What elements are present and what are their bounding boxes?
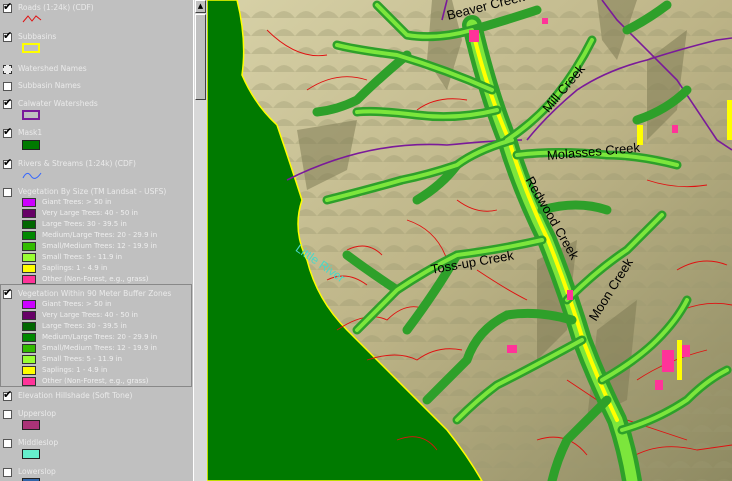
- subbasins-checkbox[interactable]: [3, 29, 12, 42]
- calwater-title: Calwater Watersheds: [18, 99, 98, 108]
- upper-slope-title: Upperslop: [18, 409, 57, 418]
- subbasin-names-checkbox[interactable]: [3, 82, 12, 91]
- veg-buffer-swatch: [22, 333, 36, 342]
- veg-buffer-class-label: Large Trees: 30 - 39.5 in: [42, 322, 127, 330]
- watershed-names-checkbox[interactable]: [3, 65, 12, 74]
- scroll-thumb[interactable]: [195, 14, 206, 100]
- middle-slope-title: Middleslop: [18, 438, 59, 447]
- roads-title: Roads (1:24k) (CDF): [18, 3, 94, 12]
- veg-buffer-class-label: Small/Medium Trees: 12 - 19.9 in: [42, 344, 157, 352]
- veg-buffer-class-label: Medium/Large Trees: 20 - 29.9 in: [42, 333, 158, 341]
- veg-size-class-label: Medium/Large Trees: 20 - 29.9 in: [42, 231, 158, 239]
- veg-size-swatch: [22, 264, 36, 273]
- subbasins-title: Subbasins: [18, 32, 57, 41]
- hillshade-checkbox[interactable]: [3, 388, 12, 401]
- veg-size-swatch: [22, 275, 36, 284]
- veg-buffer-swatch: [22, 344, 36, 353]
- calwater-checkbox[interactable]: [3, 96, 12, 109]
- roads-checkbox[interactable]: [3, 0, 12, 13]
- legend-scrollbar[interactable]: ▲: [193, 0, 207, 481]
- veg-size-class-label: Large Trees: 30 - 39.5 in: [42, 220, 127, 228]
- upper-slope-symbol: [22, 420, 40, 430]
- veg-size-class-label: Small/Medium Trees: 12 - 19.9 in: [42, 242, 157, 250]
- veg-size-swatch: [22, 231, 36, 240]
- legend-panel: Roads (1:24k) (CDF) Subbasins Watershed …: [0, 0, 193, 481]
- veg-size-swatch: [22, 253, 36, 262]
- mask-symbol: [22, 140, 40, 150]
- veg-size-checkbox[interactable]: [3, 188, 12, 197]
- veg-size-swatch: [22, 209, 36, 218]
- veg-size-swatch: [22, 242, 36, 251]
- veg-buffer-title: Vegetation Within 90 Meter Buffer Zones: [18, 289, 172, 298]
- subbasin-symbol: [22, 43, 40, 53]
- watershed-names-title: Watershed Names: [18, 64, 87, 73]
- veg-size-title: Vegetation By Size (TM Landsat - USFS): [18, 187, 167, 196]
- veg-buffer-class-label: Other (Non-Forest, e.g., grass): [42, 377, 149, 385]
- veg-size-class-label: Saplings: 1 - 4.9 in: [42, 264, 108, 272]
- veg-buffer-swatch: [22, 366, 36, 375]
- rivers-title: Rivers & Streams (1:24k) (CDF): [18, 159, 136, 168]
- veg-buffer-class-label: Small Trees: 5 - 11.9 in: [42, 355, 123, 363]
- lower-slope-checkbox[interactable]: [3, 468, 12, 477]
- veg-buffer-swatch: [22, 300, 36, 309]
- veg-size-class-label: Very Large Trees: 40 - 50 in: [42, 209, 138, 217]
- hillshade-title: Elevation Hillshade (Soft Tone): [18, 391, 133, 400]
- rivers-checkbox[interactable]: [3, 156, 12, 169]
- veg-buffer-swatch: [22, 311, 36, 320]
- veg-buffer-swatch: [22, 322, 36, 331]
- veg-size-class-label: Small Trees: 5 - 11.9 in: [42, 253, 123, 261]
- veg-buffer-class-label: Very Large Trees: 40 - 50 in: [42, 311, 138, 319]
- middle-slope-symbol: [22, 449, 40, 459]
- mask-checkbox[interactable]: [3, 125, 12, 138]
- calwater-symbol: [22, 110, 40, 120]
- road-line-symbol: [22, 15, 42, 23]
- mask-title: Mask1: [18, 128, 43, 137]
- scroll-up-arrow-icon[interactable]: ▲: [195, 0, 206, 13]
- lower-slope-title: Lowerslop: [18, 467, 56, 476]
- veg-buffer-class-label: Giant Trees: > 50 in: [42, 300, 112, 308]
- subbasin-names-title: Subbasin Names: [18, 81, 81, 90]
- upper-slope-checkbox[interactable]: [3, 410, 12, 419]
- map-view[interactable]: Beaver Creek Mill Creek Molasses Creek R…: [207, 0, 732, 481]
- veg-buffer-class-label: Saplings: 1 - 4.9 in: [42, 366, 108, 374]
- middle-slope-checkbox[interactable]: [3, 439, 12, 448]
- veg-size-swatch: [22, 198, 36, 207]
- map-canvas: [207, 0, 732, 481]
- veg-buffer-swatch: [22, 377, 36, 386]
- river-line-symbol: [22, 172, 42, 179]
- veg-buffer-swatch: [22, 355, 36, 364]
- veg-size-class-label: Giant Trees: > 50 in: [42, 198, 112, 206]
- veg-size-class-label: Other (Non-Forest, e.g., grass): [42, 275, 149, 283]
- veg-buffer-checkbox[interactable]: [3, 286, 12, 299]
- veg-size-swatch: [22, 220, 36, 229]
